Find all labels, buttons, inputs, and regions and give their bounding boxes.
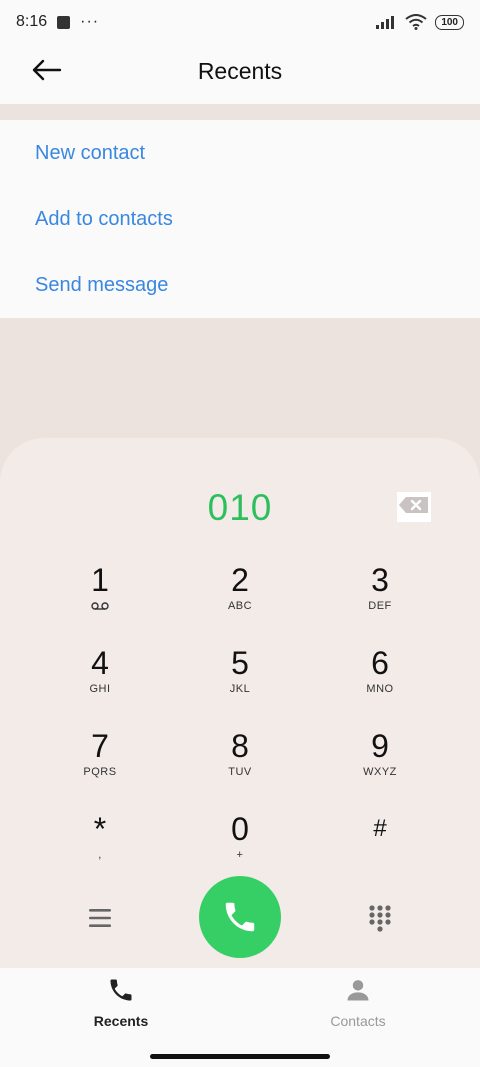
key-digit: 3 — [371, 562, 389, 598]
menu-button[interactable] — [83, 901, 117, 935]
key-digit: 8 — [231, 728, 249, 764]
new-contact-option[interactable]: New contact — [0, 120, 480, 186]
key-digit: 6 — [371, 645, 389, 681]
key-letters: MNO — [366, 683, 394, 695]
key-5[interactable]: 5 JKL — [185, 645, 295, 715]
key-letters: DEF — [368, 600, 392, 612]
send-message-option[interactable]: Send message — [0, 252, 480, 318]
key-letters: JKL — [229, 683, 251, 695]
tab-contacts[interactable]: Contacts — [298, 976, 418, 1029]
phone-icon — [225, 902, 255, 932]
status-bar: 8:16 ··· 100 — [0, 0, 480, 44]
key-letters: WXYZ — [363, 766, 397, 778]
key-letters: , — [98, 849, 102, 861]
backspace-button[interactable] — [397, 492, 431, 522]
status-time: 8:16 — [16, 13, 48, 30]
home-indicator — [150, 1054, 330, 1059]
header: Recents — [0, 44, 480, 104]
key-star[interactable]: * , — [45, 811, 155, 881]
key-1[interactable]: 1 — [45, 562, 155, 632]
action-menu: New contact Add to contacts Send message — [0, 120, 480, 318]
call-button[interactable] — [199, 876, 281, 958]
signal-icon — [376, 16, 395, 29]
key-4[interactable]: 4 GHI — [45, 645, 155, 715]
add-to-contacts-option[interactable]: Add to contacts — [0, 186, 480, 252]
overflow-dots: ··· — [80, 13, 100, 30]
key-2[interactable]: 2 ABC — [185, 562, 295, 632]
dialpad-toggle-button[interactable] — [363, 901, 397, 935]
key-7[interactable]: 7 PQRS — [45, 728, 155, 798]
key-3[interactable]: 3 DEF — [325, 562, 435, 632]
key-digit: 0 — [231, 811, 249, 847]
dialpad-icon — [369, 905, 391, 932]
tab-contacts-label: Contacts — [330, 1013, 386, 1029]
key-hash[interactable]: # — [325, 811, 435, 881]
wifi-icon — [405, 14, 427, 30]
dialer-panel: 010 1 2 ABC 3 DEF 4 GHI 5 JKL 6 MNO 7 PQ… — [0, 438, 480, 978]
key-digit: * — [93, 811, 107, 847]
tab-recents-label: Recents — [93, 1013, 149, 1029]
key-digit: # — [373, 815, 387, 842]
person-icon — [347, 980, 369, 1001]
bottom-navigation: Recents Contacts — [0, 968, 480, 1067]
page-title: Recents — [197, 58, 283, 84]
battery-icon: 100 — [435, 14, 464, 30]
tab-recents[interactable]: Recents — [61, 976, 181, 1029]
key-letters: GHI — [89, 683, 111, 695]
key-digit: 9 — [371, 728, 389, 764]
status-left: 8:16 ··· — [16, 13, 99, 31]
key-letters: + — [236, 849, 244, 861]
key-digit: 2 — [231, 562, 249, 598]
key-8[interactable]: 8 TUV — [185, 728, 295, 798]
key-digit: 1 — [91, 562, 109, 598]
key-letters: TUV — [228, 766, 252, 778]
voicemail-icon — [91, 602, 109, 610]
key-letters: ABC — [227, 600, 253, 612]
phone-icon — [110, 979, 132, 1001]
key-6[interactable]: 6 MNO — [325, 645, 435, 715]
status-right: 100 — [375, 14, 464, 30]
key-9[interactable]: 9 WXYZ — [325, 728, 435, 798]
key-digit: 5 — [231, 645, 249, 681]
hamburger-menu-icon — [89, 909, 111, 927]
key-digit: 7 — [91, 728, 109, 764]
square-notification-icon — [57, 15, 71, 29]
key-0[interactable]: 0 + — [185, 811, 295, 881]
backspace-icon — [397, 492, 431, 522]
key-letters: PQRS — [83, 766, 117, 778]
key-digit: 4 — [91, 645, 109, 681]
